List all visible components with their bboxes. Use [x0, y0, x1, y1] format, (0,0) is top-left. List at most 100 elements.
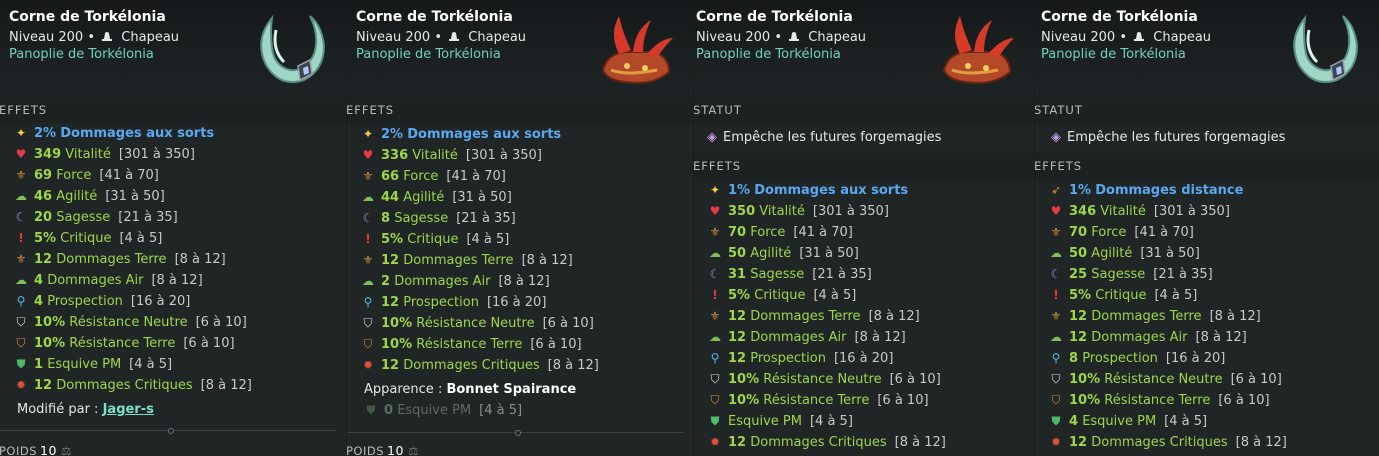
effect-row: ⛊ Esquive PM [4 à 5]: [708, 414, 852, 434]
cloud-icon: ☁: [709, 246, 721, 260]
item-title: Corne de Torkélonia: [356, 9, 513, 25]
effect-row: ✹ 12 Dommages Critiques [8 à 12]: [1050, 435, 1287, 450]
effects-section-header: EFFETS: [347, 97, 693, 123]
strength-icon: ⚜: [15, 168, 27, 182]
effect-row: ⛊ 4 Esquive PM [4 à 5]: [1049, 414, 1207, 434]
heart-icon: ♥: [709, 204, 721, 218]
cloud-icon: ☁: [15, 189, 27, 203]
bug-icon: ✹: [362, 358, 374, 372]
item-level: Niveau 200: [9, 30, 84, 45]
effect-row: ✦ 2% Dommages aux sorts: [15, 126, 215, 141]
effect-row: ⚜ 70 Force [41 à 70]: [1050, 225, 1194, 240]
exclamation-icon: !: [18, 231, 24, 245]
modifier-link[interactable]: Jager-s: [103, 402, 154, 417]
effect-row: ☁ 44 Agilité [31 à 50]: [362, 190, 512, 205]
shield-pm-icon: ⛊: [1051, 414, 1061, 428]
effect-row: ✹ 12 Dommages Critiques [8 à 12]: [709, 435, 946, 450]
item-set-link[interactable]: Panoplie de Torkélonia: [356, 47, 501, 62]
item-header: Corne de Torkélonia Niveau 200 • Chapeau…: [694, 0, 1034, 97]
effect-row: ! 5% Critique [4 à 5]: [1049, 288, 1197, 308]
red-hat-image: [601, 16, 673, 84]
strength-icon: ⚜: [362, 253, 374, 267]
divider: [0, 428, 336, 434]
effect-row: ⚲ 8 Prospection [16 à 20]: [1049, 351, 1226, 371]
shield-earth-icon: ⛉: [363, 337, 373, 351]
effect-row: ⚲ 12 Prospection [16 à 20]: [708, 351, 894, 371]
hat-icon: [789, 32, 800, 41]
effect-row: ☾ 31 Sagesse [21 à 35]: [709, 267, 872, 282]
item-set-link[interactable]: Panoplie de Torkélonia: [9, 47, 154, 62]
status-section-header: STATUT: [694, 97, 1034, 123]
item-set-link[interactable]: Panoplie de Torkélonia: [696, 47, 841, 62]
shield-earth-icon: ⛉: [16, 336, 26, 350]
shield-neutral-icon: ⛉: [710, 372, 720, 386]
bug-icon: ✹: [1050, 435, 1062, 449]
item-header: Corne de Torkélonia Niveau 200 • Chapeau…: [347, 0, 693, 97]
appearance-line: Apparence : Bonnet Spairance: [364, 382, 577, 397]
effect-row: ! 5% Critique [4 à 5]: [708, 288, 856, 308]
weight-icon: ⚖: [408, 444, 419, 456]
effect-row: ⚜ 12 Dommages Terre [8 à 12]: [1050, 309, 1261, 324]
strength-icon: ⚜: [709, 225, 721, 239]
horn-ring-image: [1293, 14, 1359, 84]
effect-row: ! 5% Critique [4 à 5]: [14, 231, 162, 251]
item-set-link[interactable]: Panoplie de Torkélonia: [1041, 47, 1186, 62]
item-title: Corne de Torkélonia: [696, 9, 853, 25]
item-type: Chapeau: [468, 30, 527, 45]
effect-row: ⚜ 69 Force [41 à 70]: [15, 168, 159, 183]
bug-icon: ✹: [709, 435, 721, 449]
item-tooltip-3: Corne de Torkélonia Niveau 200 • Chapeau…: [694, 0, 1034, 456]
faded-effect-row: ⛊ 0 Esquive PM [4 à 5]: [364, 403, 522, 423]
effect-row: ! 5% Critique [4 à 5]: [361, 232, 509, 252]
effect-row: ⛉ 10% Résistance Terre [6 à 10]: [14, 336, 234, 356]
cloud-icon: ☁: [362, 190, 374, 204]
effect-row: ✹ 12 Dommages Critiques [8 à 12]: [15, 378, 252, 393]
crystal-icon: ◈: [1051, 130, 1061, 145]
effect-row: ☁ 12 Dommages Air [8 à 12]: [1050, 330, 1247, 345]
effect-row: ♥ 350 Vitalité [301 à 350]: [709, 204, 889, 219]
status-row: ◈ Empêche les futures forgemagies: [1051, 130, 1286, 145]
item-tooltip-2: Corne de Torkélonia Niveau 200 • Chapeau…: [347, 0, 693, 456]
effect-row: ➶ 1% Dommages distance: [1050, 183, 1244, 198]
effect-row: ⚜ 12 Dommages Terre [8 à 12]: [709, 309, 920, 324]
heart-icon: ♥: [15, 147, 27, 161]
shield-pm-icon: ⛊: [16, 357, 26, 371]
status-section-header: STATUT: [1035, 97, 1379, 123]
star-icon: ✦: [709, 183, 721, 197]
effect-row: ⛉ 10% Résistance Neutre [6 à 10]: [14, 315, 246, 335]
effects-section-header: EFFETS: [1035, 153, 1379, 179]
cloud-icon: ☁: [709, 330, 721, 344]
strength-icon: ⚜: [1050, 225, 1062, 239]
item-type: Chapeau: [808, 30, 867, 45]
exclamation-icon: !: [365, 232, 371, 246]
hat-icon: [102, 32, 113, 41]
moon-icon: ☾: [15, 210, 27, 224]
shield-earth-icon: ⛉: [710, 393, 720, 407]
effect-row: ✦ 1% Dommages aux sorts: [709, 183, 909, 198]
effect-row: ☁ 2 Dommages Air [8 à 12]: [362, 274, 550, 289]
divider: [347, 430, 683, 436]
effect-row: ⛉ 10% Résistance Neutre [6 à 10]: [361, 316, 593, 336]
effect-row: ☁ 46 Agilité [31 à 50]: [15, 189, 165, 204]
item-level-line: Niveau 200 • Chapeau: [356, 30, 527, 45]
item-level-line: Niveau 200 • Chapeau: [696, 30, 867, 45]
effect-row: ♥ 346 Vitalité [301 à 350]: [1050, 204, 1230, 219]
magnifier-icon: ⚲: [363, 295, 373, 309]
item-title: Corne de Torkélonia: [9, 9, 166, 25]
shield-neutral-icon: ⛉: [1051, 372, 1061, 386]
strength-icon: ⚜: [15, 252, 27, 266]
effect-row: ♥ 349 Vitalité [301 à 350]: [15, 147, 195, 162]
bow-icon: ➶: [1050, 183, 1062, 197]
exclamation-icon: !: [1053, 288, 1059, 302]
effect-row: ⚜ 12 Dommages Terre [8 à 12]: [15, 252, 226, 267]
item-level: Niveau 200: [1041, 30, 1116, 45]
effect-row: ⛉ 10% Résistance Terre [6 à 10]: [708, 393, 928, 413]
magnifier-icon: ⚲: [1051, 351, 1061, 365]
cloud-icon: ☁: [362, 274, 374, 288]
effect-row: ⛉ 10% Résistance Terre [6 à 10]: [1049, 393, 1269, 413]
item-tooltip-1: Corne de Torkélonia Niveau 200 • Chapeau…: [0, 0, 346, 456]
item-tooltip-4: Corne de Torkélonia Niveau 200 • Chapeau…: [1035, 0, 1379, 456]
effect-row: ☾ 25 Sagesse [21 à 35]: [1050, 267, 1213, 282]
cloud-icon: ☁: [1050, 246, 1062, 260]
cloud-icon: ☁: [15, 273, 27, 287]
